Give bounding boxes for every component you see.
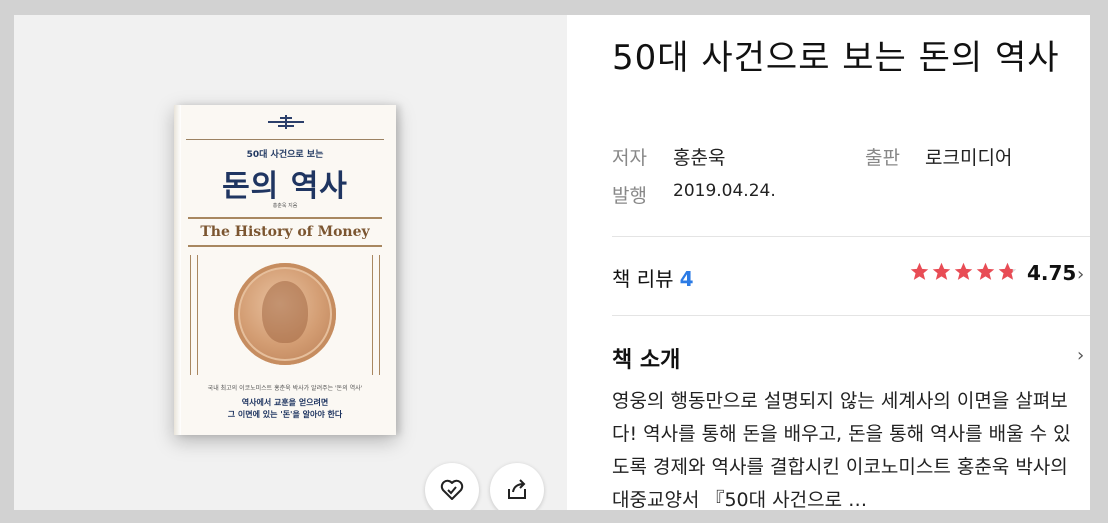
cover-tagline-2: 그 이면에 있는 '돈'을 알아야 한다: [227, 410, 343, 419]
cover-pillar-left: [190, 255, 198, 375]
star-rating: [909, 261, 1019, 282]
coin-portrait: [262, 281, 308, 343]
publish-date: 2019.04.24.: [673, 181, 776, 201]
cover-panel: 50대 사건으로 보는 돈의 역사 홍춘욱 지음 The History of …: [14, 15, 567, 510]
cover-pillar-right: [372, 255, 380, 375]
cover-english-title: The History of Money: [188, 217, 382, 247]
cover-subtitle: 50대 사건으로 보는: [246, 150, 324, 160]
author-label: 저자: [612, 147, 647, 169]
divider: [612, 315, 1090, 316]
intro-text: 영웅의 행동만으로 설명되지 않는 세계사의 이면을 살펴보다! 역사를 통해 …: [612, 390, 1071, 510]
star-icon: [932, 262, 951, 280]
cover-rule: [186, 139, 384, 140]
publish-date-label: 발행: [612, 185, 647, 207]
review-count: 4: [679, 267, 694, 291]
chevron-right-icon[interactable]: ›: [1077, 264, 1084, 285]
heart-check-icon: [440, 479, 464, 500]
intro-title: 책 소개: [612, 348, 681, 373]
author-link[interactable]: 홍춘욱: [673, 143, 725, 170]
review-label: 책 리뷰: [612, 267, 674, 291]
star-icon: [954, 262, 973, 280]
coin-illustration: [234, 263, 336, 365]
info-panel: 50대 사건으로 보는 돈의 역사 저자 홍춘욱 출판 로크미디어 발행 201…: [567, 15, 1090, 510]
book-detail-card: 50대 사건으로 보는 돈의 역사 홍춘욱 지음 The History of …: [14, 15, 1090, 510]
chevron-right-icon[interactable]: ›: [1077, 345, 1084, 366]
cover-title: 돈의 역사: [222, 169, 348, 204]
cover-tagline-1: 역사에서 교훈을 얻으려면: [241, 398, 329, 407]
rating-value: 4.75: [1027, 261, 1077, 285]
share-button[interactable]: [490, 463, 544, 510]
star-icon: [976, 262, 995, 280]
book-cover-image[interactable]: 50대 사건으로 보는 돈의 역사 홍춘욱 지음 The History of …: [174, 105, 396, 435]
review-section-link[interactable]: 책 리뷰 4: [612, 263, 693, 292]
like-button[interactable]: [425, 463, 479, 510]
star-icon: [910, 262, 929, 280]
publisher-link[interactable]: 로크미디어: [925, 143, 1012, 170]
divider: [612, 236, 1090, 237]
publisher-label: 출판: [865, 147, 900, 169]
book-title: 50대 사건으로 보는 돈의 역사: [612, 38, 1060, 78]
star-half-icon: [998, 262, 1017, 280]
airplane-illustration-icon: [268, 115, 304, 129]
cover-blurb: 국내 최고의 이코노미스트 홍춘욱 박사가 알려주는 '돈의 역사': [207, 385, 363, 392]
share-icon: [508, 479, 526, 499]
cover-author: 홍춘욱 지음: [272, 203, 298, 209]
